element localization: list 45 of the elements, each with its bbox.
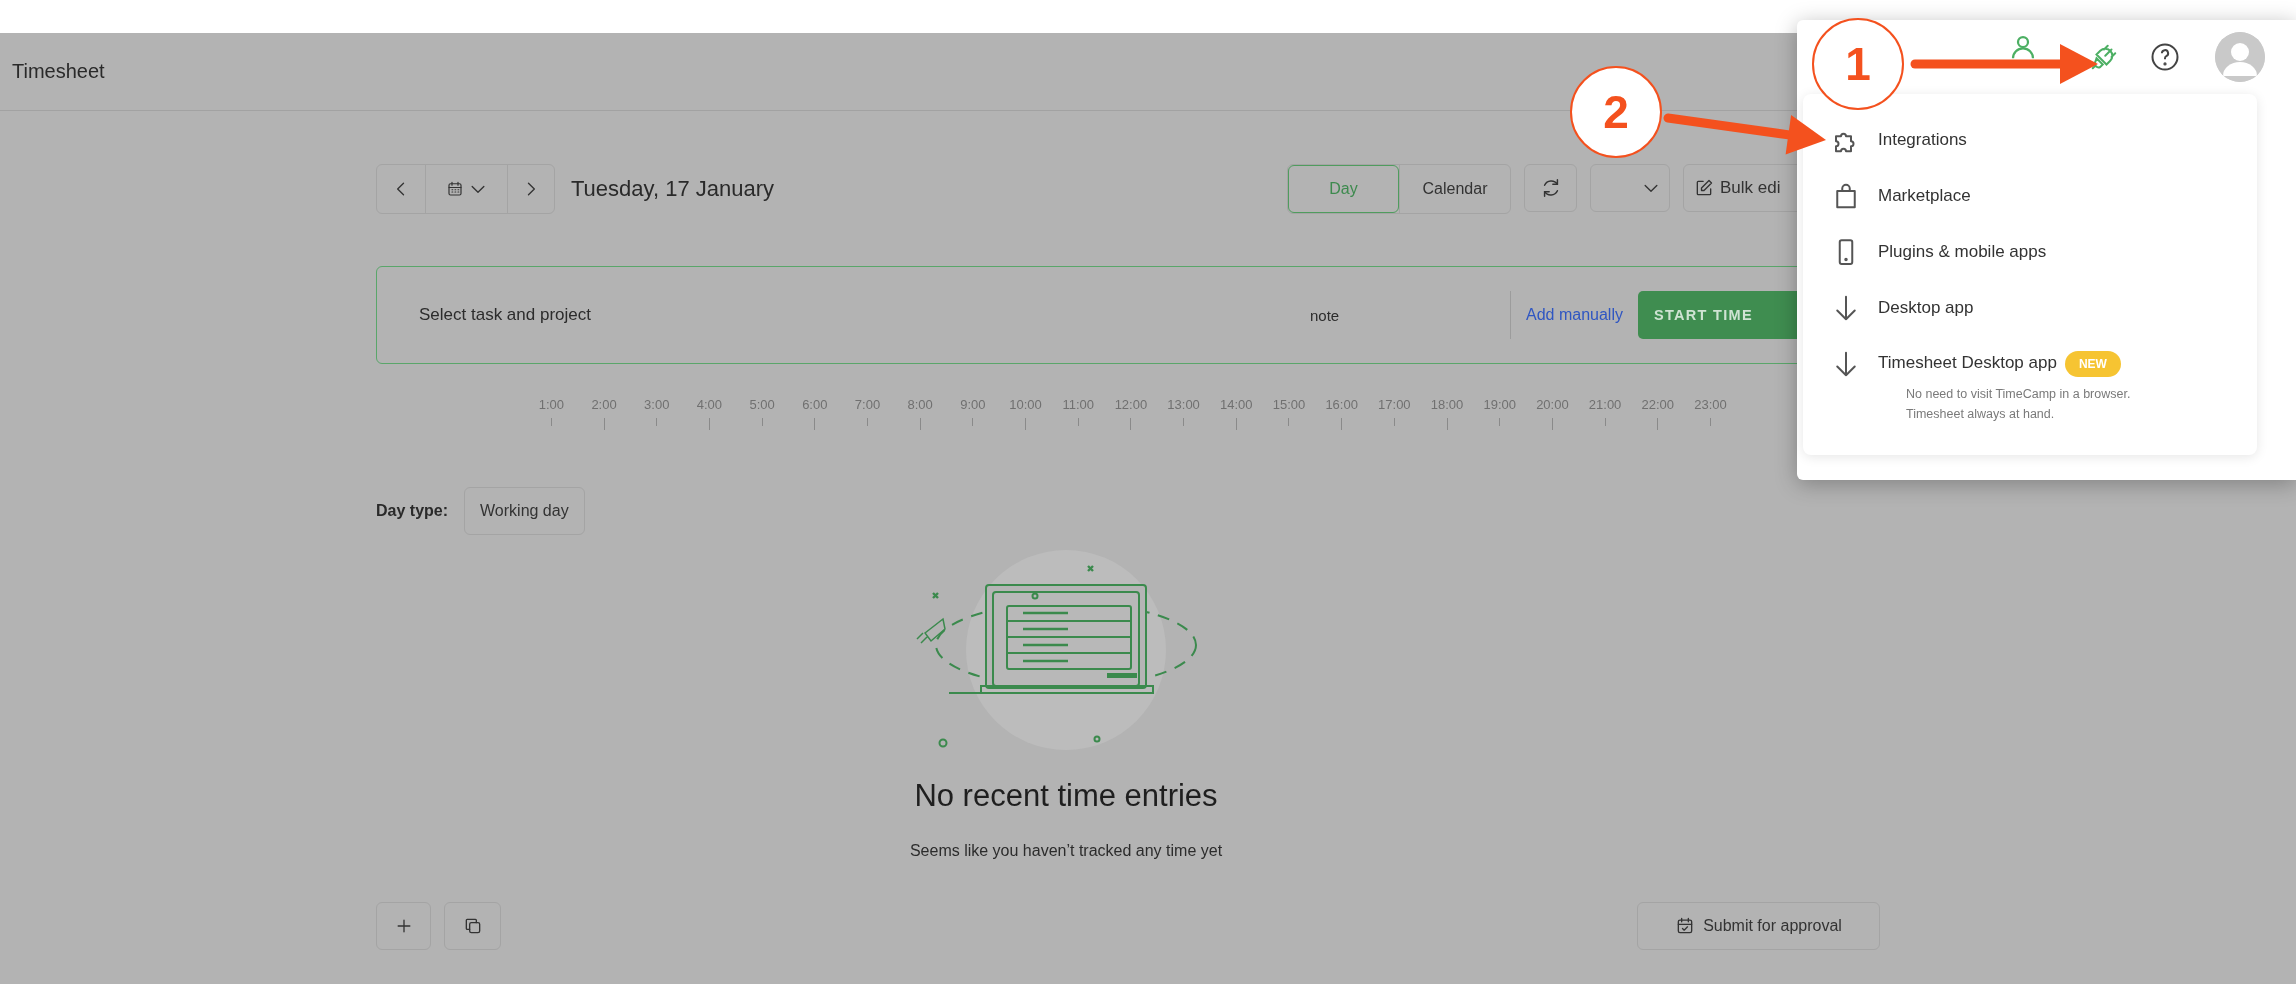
hour-label: 7:00 — [854, 397, 881, 413]
hour-label: 2:00 — [591, 397, 617, 413]
pencil-icon — [1694, 178, 1714, 198]
hour-label: 17:00 — [1378, 397, 1411, 413]
submit-for-approval-button[interactable]: Submit for approval — [1637, 902, 1880, 950]
hour-label: 13:00 — [1167, 397, 1200, 413]
hour-label: 19:00 — [1483, 397, 1516, 413]
plug-icon[interactable] — [2089, 42, 2119, 72]
add-manually-link[interactable]: Add manually — [1526, 306, 1623, 324]
hour-label: 9:00 — [960, 397, 986, 413]
day-type-button[interactable]: Working day — [464, 487, 585, 535]
hour-label: 1:00 — [538, 397, 564, 413]
avatar[interactable] — [2215, 32, 2265, 82]
hour-label: 12:00 — [1114, 397, 1148, 413]
hour-label: 22:00 — [1641, 397, 1675, 413]
task-picker-field[interactable]: Select task and project — [417, 295, 1297, 335]
note-field[interactable]: note — [1297, 295, 1495, 335]
hour-label: 20:00 — [1536, 397, 1569, 413]
hour-label: 11:00 — [1062, 397, 1094, 413]
new-badge: NEW — [2064, 351, 2121, 377]
hour-label: 10:00 — [1009, 397, 1042, 413]
hour-label: 3:00 — [644, 397, 670, 413]
hour-label: 6:00 — [802, 397, 828, 413]
empty-state-title: No recent time entries — [914, 778, 1218, 814]
hour-label: 4:00 — [696, 397, 723, 413]
hour-label: 14:00 — [1220, 397, 1253, 413]
hour-label: 8:00 — [907, 397, 933, 413]
duplicate-button[interactable] — [444, 902, 501, 950]
menu-item-description: No need to visit TimeCamp in a browser. Timesheet always at hand. — [1906, 386, 2132, 423]
hour-label: 5:00 — [749, 397, 775, 413]
hour-label: 16:00 — [1325, 397, 1358, 413]
menu-item[interactable]: Plugins & mobile apps — [1831, 224, 2237, 280]
hour-label: 15:00 — [1272, 397, 1306, 413]
page-title: Timesheet — [12, 60, 105, 83]
refresh-button[interactable] — [1524, 164, 1577, 212]
hour-label: 18:00 — [1430, 397, 1464, 413]
help-icon[interactable] — [2150, 42, 2180, 72]
hour-label: 23:00 — [1694, 397, 1727, 413]
hour-label: 21:00 — [1588, 397, 1622, 413]
calendar-icon — [445, 180, 464, 198]
view-tab[interactable]: Calendar — [1399, 165, 1510, 213]
step-number: 2 — [1570, 66, 1662, 158]
current-date: Tuesday, 17 January — [571, 176, 774, 202]
empty-state-message: Seems like you haven’t tracked any time yet — [909, 841, 1223, 861]
day-type-label: Day type: — [376, 502, 449, 520]
